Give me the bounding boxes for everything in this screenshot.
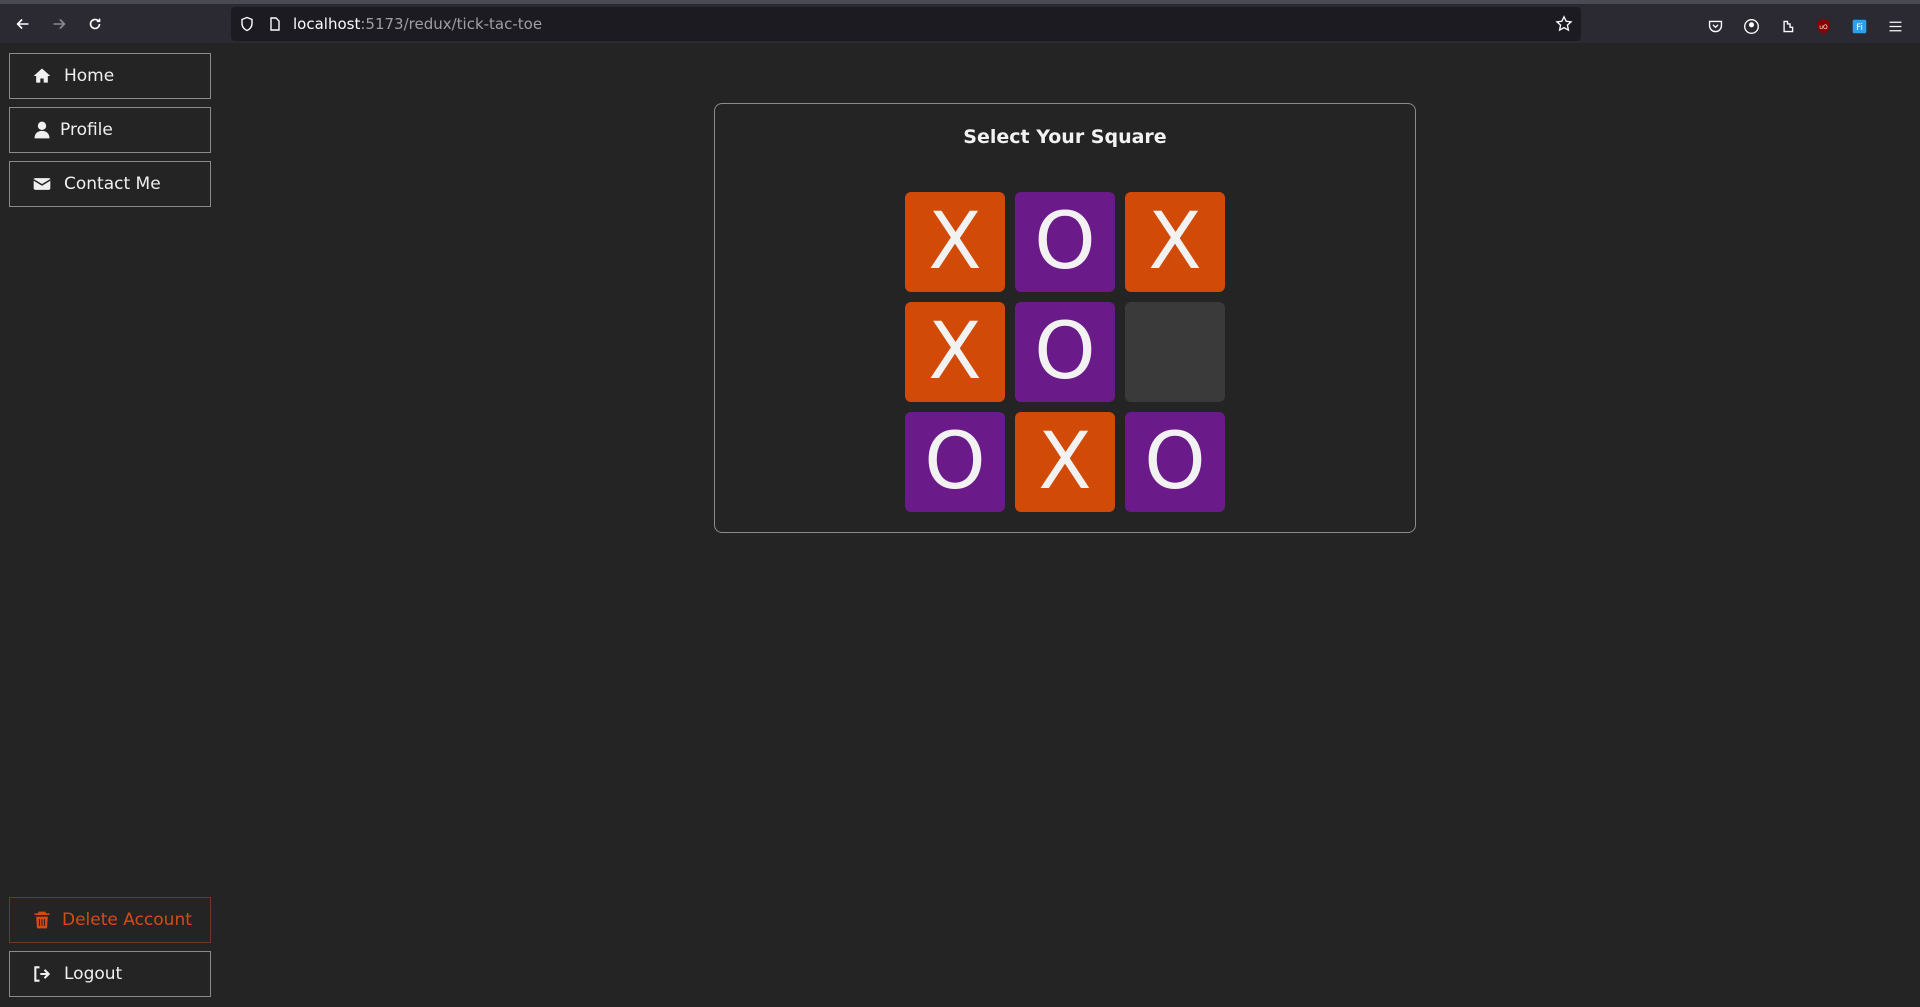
url-path: :5173/redux/tick-tac-toe [360,15,543,33]
bookmark-star-icon[interactable] [1555,15,1573,33]
board-square-8[interactable]: X [1015,412,1115,512]
back-arrow-icon [16,18,29,30]
delete-account-button[interactable]: Delete Account [9,897,211,943]
user-icon [30,118,54,142]
sidebar-item-profile[interactable]: Profile [9,107,211,153]
logout-button[interactable]: Logout [9,951,211,997]
board-square-3[interactable]: X [1125,192,1225,292]
account-icon[interactable] [1741,16,1761,36]
svg-text:uO: uO [1819,24,1828,31]
extensions-icon[interactable] [1777,16,1797,36]
envelope-icon [30,172,54,196]
browser-toolbar: localhost:5173/redux/tick-tac-toe uO Fi [0,0,1920,43]
logout-icon [30,962,54,986]
ublock-icon[interactable]: uO [1813,16,1833,36]
reload-icon [89,18,101,30]
game-panel: Select Your Square X O X X O O X O [714,103,1416,533]
sidebar-item-label: Contact Me [64,174,161,194]
url-host: localhost [293,15,361,33]
board-square-1[interactable]: X [905,192,1005,292]
sidebar-item-label: Logout [64,964,123,984]
sidebar-item-home[interactable]: Home [9,53,211,99]
url-text: localhost:5173/redux/tick-tac-toe [293,15,542,33]
reload-button[interactable] [77,6,113,42]
forward-arrow-icon [53,18,66,30]
forward-button[interactable] [41,6,77,42]
svg-text:Fi: Fi [1856,22,1863,32]
home-icon [30,64,54,88]
board-square-4[interactable]: X [905,302,1005,402]
page-title: Select Your Square [963,126,1167,148]
board-square-6[interactable] [1125,302,1225,402]
shield-icon [241,16,253,32]
sidebar-item-label: Delete Account [62,910,192,930]
back-button[interactable] [5,6,41,42]
page-icon [270,17,280,31]
url-bar[interactable]: localhost:5173/redux/tick-tac-toe [231,7,1581,41]
board-square-9[interactable]: O [1125,412,1225,512]
board-square-5[interactable]: O [1015,302,1115,402]
menu-icon[interactable] [1885,16,1905,36]
extension-fi-icon[interactable]: Fi [1849,16,1869,36]
trash-icon [30,908,54,932]
tic-tac-toe-board: X O X X O O X O [905,192,1225,512]
sidebar-item-contact[interactable]: Contact Me [9,161,211,207]
sidebar-item-label: Profile [60,120,113,140]
pocket-icon[interactable] [1705,16,1725,36]
board-square-2[interactable]: O [1015,192,1115,292]
sidebar-item-label: Home [64,66,115,86]
board-square-7[interactable]: O [905,412,1005,512]
